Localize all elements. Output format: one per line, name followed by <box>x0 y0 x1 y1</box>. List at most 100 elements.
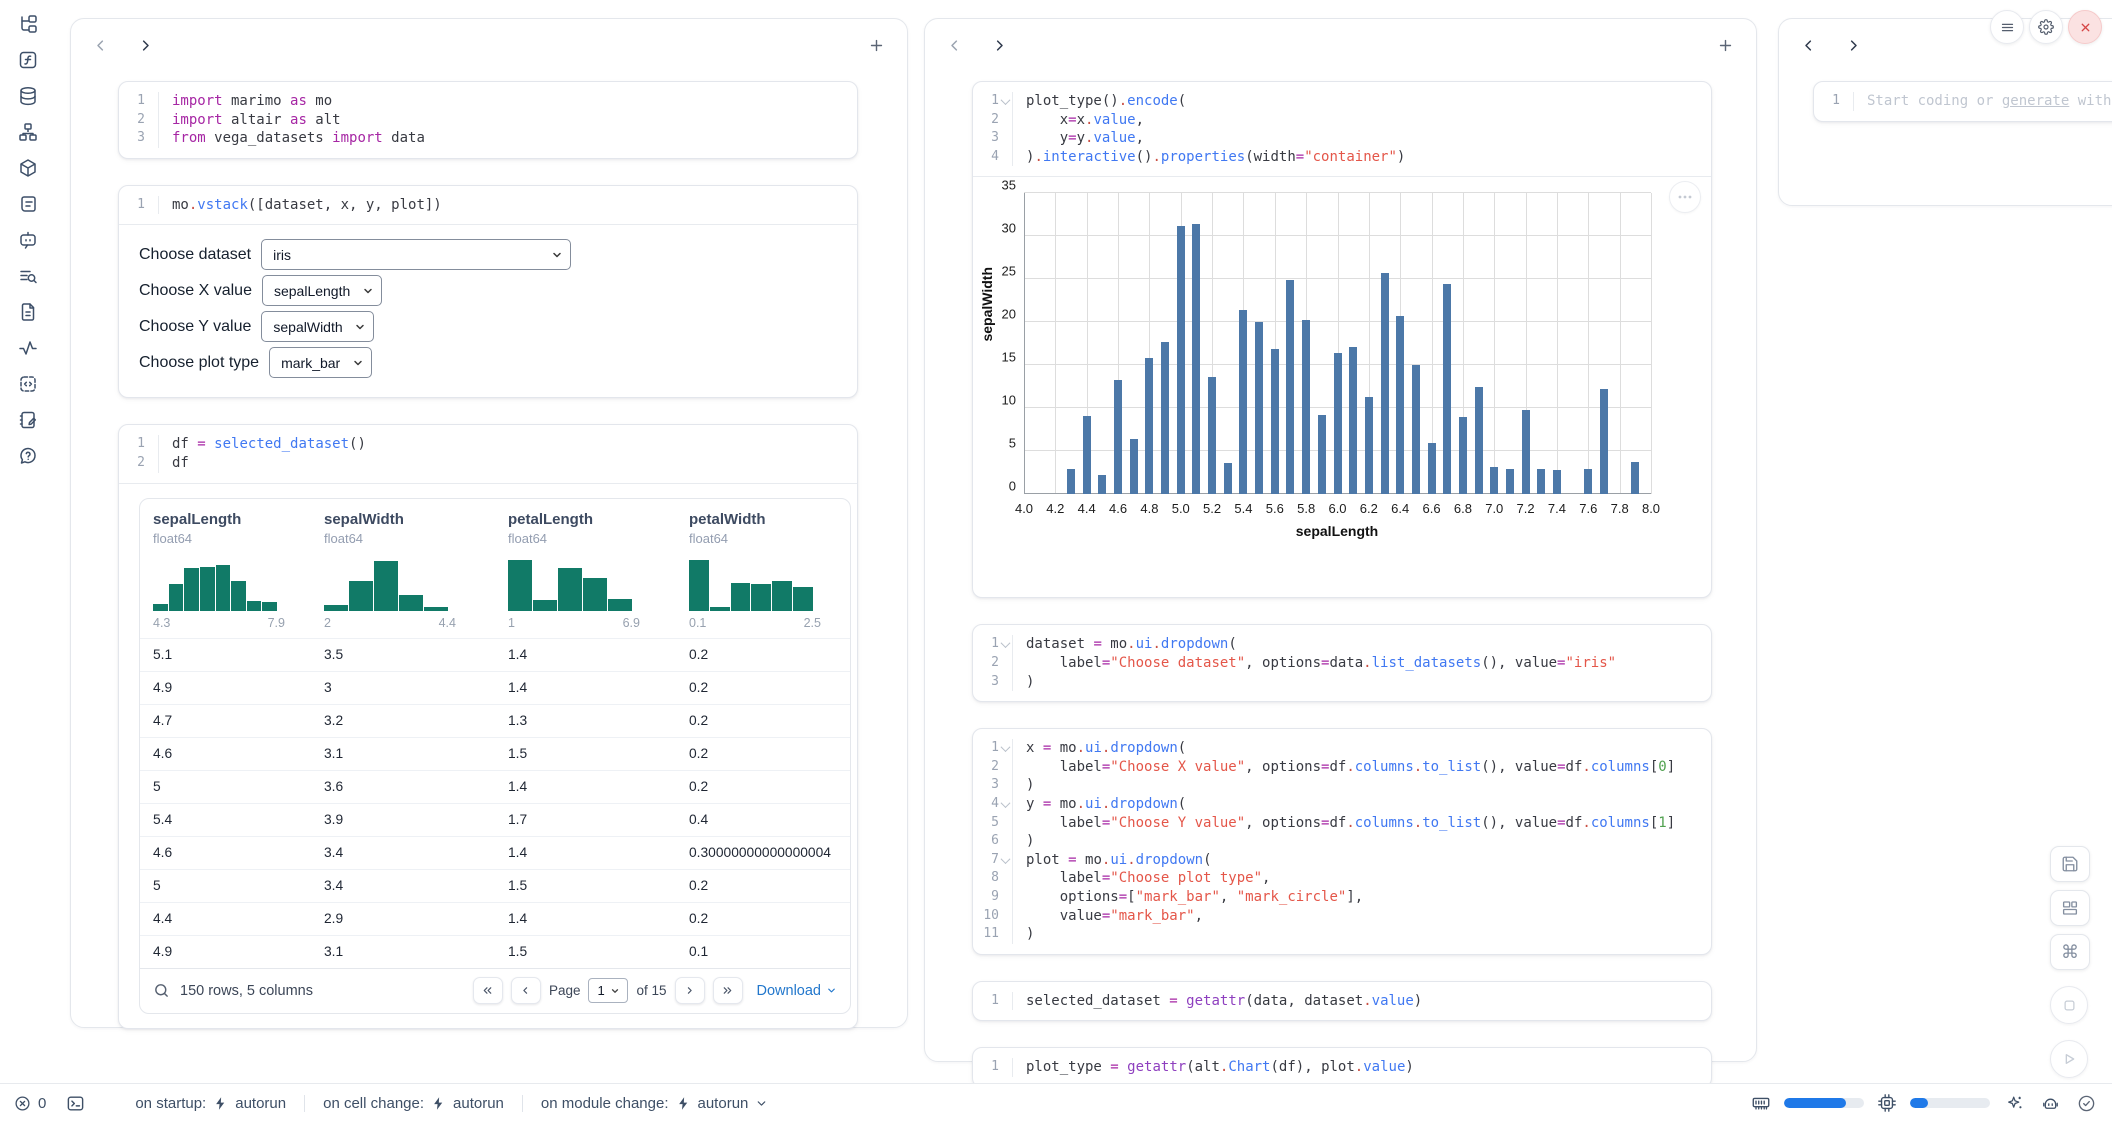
page-select[interactable]: 1 <box>588 978 628 1003</box>
chart-bar[interactable] <box>1475 387 1483 495</box>
table-row[interactable]: 53.61.40.2setosa <box>140 770 851 803</box>
column-prev-button[interactable] <box>89 34 112 57</box>
dropdown-select-3[interactable]: mark_bar <box>269 347 372 378</box>
column-next-button[interactable] <box>1842 34 1865 57</box>
chart-bar[interactable] <box>1286 280 1294 494</box>
help-icon[interactable] <box>10 438 46 474</box>
chart-actions-button[interactable] <box>1669 181 1701 213</box>
package-icon[interactable] <box>10 150 46 186</box>
selected-dataset-code[interactable]: 1selected_dataset = getattr(data, datase… <box>973 982 1711 1021</box>
bar-chart[interactable]: 051015202530354.04.24.44.64.85.05.25.45.… <box>1024 193 1651 494</box>
table-row[interactable]: 4.73.21.30.2setosa <box>140 704 851 737</box>
shutdown-button[interactable] <box>2068 10 2102 44</box>
chart-bar[interactable] <box>1318 415 1326 494</box>
document-icon[interactable] <box>10 294 46 330</box>
add-cell-button[interactable] <box>1713 33 1738 58</box>
fold-chevron-icon[interactable] <box>999 92 1012 111</box>
log-search-icon[interactable] <box>10 258 46 294</box>
column-next-button[interactable] <box>988 34 1011 57</box>
runtime-toggle-0[interactable]: on startup:autorun <box>117 1095 304 1112</box>
chart-bar[interactable] <box>1130 439 1138 494</box>
column-header-petalLength[interactable]: petalLengthfloat6416.9 <box>495 499 676 638</box>
activity-icon[interactable] <box>10 330 46 366</box>
network-icon[interactable] <box>10 114 46 150</box>
vstack-code[interactable]: 1mo.vstack([dataset, x, y, plot]) <box>119 186 857 225</box>
search-icon[interactable] <box>153 982 170 999</box>
chart-bar[interactable] <box>1490 467 1498 495</box>
controls-dropdown-cell[interactable]: 1x = mo.ui.dropdown(2 label="Choose X va… <box>972 728 1712 955</box>
error-indicator[interactable]: 0 <box>14 1095 46 1112</box>
chart-bar[interactable] <box>1365 397 1373 494</box>
table-row[interactable]: 4.42.91.40.2setosa <box>140 902 851 935</box>
run-button[interactable] <box>2050 1040 2088 1078</box>
column-next-button[interactable] <box>134 34 157 57</box>
chart-bar[interactable] <box>1302 320 1310 495</box>
empty-cell[interactable]: 1 Start coding or generate with AI <box>1813 81 2112 122</box>
column-prev-button[interactable] <box>1797 34 1820 57</box>
runtime-toggle-1[interactable]: on cell change:autorun <box>304 1095 522 1112</box>
code-editor-placeholder[interactable]: Start coding or generate with AI <box>1853 92 2112 111</box>
chart-bar[interactable] <box>1553 470 1561 494</box>
table-row[interactable]: 4.63.41.40.30000000000000004setosa <box>140 836 851 869</box>
runtime-toggle-2[interactable]: on module change:autorun <box>522 1095 786 1112</box>
chart-bar[interactable] <box>1349 347 1357 494</box>
generate-link[interactable]: generate <box>2002 93 2069 109</box>
chart-bar[interactable] <box>1224 463 1232 495</box>
chart-bar[interactable] <box>1428 443 1436 495</box>
table-row[interactable]: 4.931.40.2setosa <box>140 671 851 704</box>
chart-bar[interactable] <box>1114 380 1122 494</box>
chart-bar[interactable] <box>1239 310 1247 494</box>
chart-bar[interactable] <box>1459 417 1467 494</box>
plot-type-cell[interactable]: 1plot_type = getattr(alt.Chart(df), plot… <box>972 1047 1712 1088</box>
chart-bar[interactable] <box>1208 377 1216 495</box>
chart-bar[interactable] <box>1161 342 1169 494</box>
stop-button[interactable] <box>2050 986 2088 1024</box>
chart-bar[interactable] <box>1522 410 1530 494</box>
chart-bar[interactable] <box>1083 416 1091 494</box>
chart-bar[interactable] <box>1396 316 1404 495</box>
code-snippet-icon[interactable] <box>10 366 46 402</box>
function-square-icon[interactable] <box>10 42 46 78</box>
plot-cell[interactable]: 1plot_type().encode(2 x=x.value,3 y=y.va… <box>972 81 1712 598</box>
chart-bar[interactable] <box>1334 353 1342 494</box>
ai-sparkles-button[interactable] <box>2003 1092 2026 1115</box>
copilot-button[interactable] <box>2039 1092 2062 1115</box>
dataframe-cell[interactable]: 1df = selected_dataset()2df sepalLengthf… <box>118 424 858 1028</box>
menu-button[interactable] <box>1990 10 2024 44</box>
chart-bar[interactable] <box>1412 365 1420 494</box>
scroll-icon[interactable] <box>10 186 46 222</box>
fold-chevron-icon[interactable] <box>999 739 1012 758</box>
imports-code[interactable]: 1import marimo as mo2import altair as al… <box>119 82 857 158</box>
imports-cell[interactable]: 1import marimo as mo2import altair as al… <box>118 81 858 159</box>
fold-chevron-icon[interactable] <box>999 795 1012 814</box>
column-prev-button[interactable] <box>943 34 966 57</box>
chart-bar[interactable] <box>1537 469 1545 494</box>
add-cell-button[interactable] <box>864 33 889 58</box>
first-page-button[interactable] <box>473 977 503 1004</box>
dataset-dropdown-cell[interactable]: 1dataset = mo.ui.dropdown(2 label="Choos… <box>972 624 1712 702</box>
chart-bar[interactable] <box>1177 226 1185 494</box>
dataset-dropdown-code[interactable]: 1dataset = mo.ui.dropdown(2 label="Choos… <box>973 625 1711 701</box>
plot-type-code[interactable]: 1plot_type = getattr(alt.Chart(df), plot… <box>973 1048 1711 1087</box>
table-row[interactable]: 5.13.51.40.2setosa <box>140 638 851 671</box>
scratchpad-icon[interactable] <box>10 402 46 438</box>
chart-bar[interactable] <box>1506 469 1514 495</box>
fold-chevron-icon[interactable] <box>999 851 1012 870</box>
chart-bar[interactable] <box>1145 358 1153 495</box>
vstack-cell[interactable]: 1mo.vstack([dataset, x, y, plot]) Choose… <box>118 185 858 399</box>
controls-dropdown-code[interactable]: 1x = mo.ui.dropdown(2 label="Choose X va… <box>973 729 1711 954</box>
table-row[interactable]: 4.93.11.50.1setosa <box>140 935 851 968</box>
file-tree-icon[interactable] <box>10 6 46 42</box>
chat-bot-icon[interactable] <box>10 222 46 258</box>
dropdown-select-0[interactable]: iris <box>261 239 571 270</box>
save-button[interactable] <box>2050 846 2090 882</box>
chart-bar[interactable] <box>1192 224 1200 494</box>
selected-dataset-cell[interactable]: 1selected_dataset = getattr(data, datase… <box>972 981 1712 1022</box>
connection-status-button[interactable] <box>2075 1092 2098 1115</box>
keyboard-shortcuts-button[interactable]: ⌘ <box>2050 934 2090 970</box>
column-header-petalWidth[interactable]: petalWidthfloat640.12.5 <box>676 499 851 638</box>
download-button[interactable]: Download <box>757 983 838 999</box>
chart-bar[interactable] <box>1255 322 1263 494</box>
chart-bar[interactable] <box>1067 469 1075 495</box>
chart-bar[interactable] <box>1381 273 1389 495</box>
